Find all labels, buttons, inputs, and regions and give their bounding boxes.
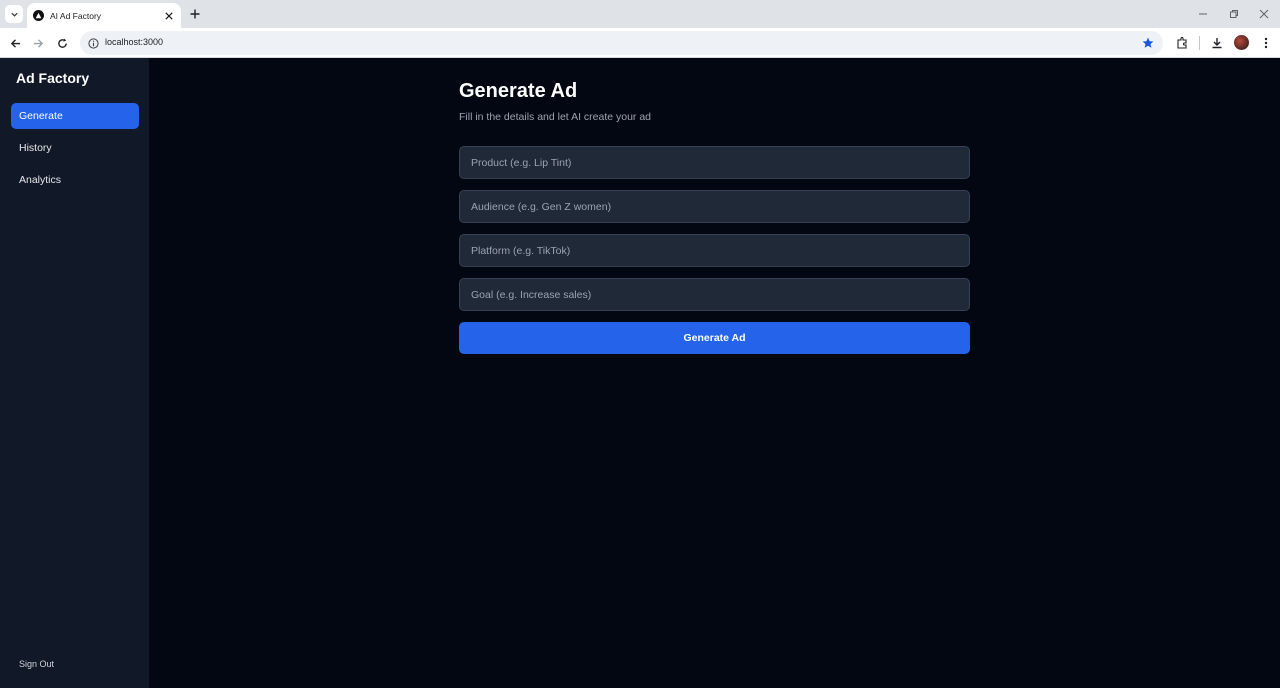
close-icon[interactable] xyxy=(163,10,175,22)
browser-tab[interactable]: AI Ad Factory xyxy=(27,3,181,28)
favicon-icon xyxy=(33,10,44,21)
main-content: Generate Ad Fill in the details and let … xyxy=(149,58,1280,688)
extensions-icon[interactable] xyxy=(1173,34,1191,52)
restore-icon[interactable] xyxy=(1226,6,1242,22)
tab-title: AI Ad Factory xyxy=(50,10,102,21)
star-icon[interactable] xyxy=(1141,36,1155,50)
minimize-icon[interactable] xyxy=(1195,6,1211,22)
tab-search-icon[interactable] xyxy=(5,5,23,23)
plus-icon[interactable] xyxy=(187,6,203,22)
generate-ad-button[interactable]: Generate Ad xyxy=(459,322,970,354)
sidebar-item-label: Generate xyxy=(19,110,63,122)
forward-arrow-icon[interactable] xyxy=(29,34,47,52)
product-input[interactable] xyxy=(459,146,970,179)
page-title: Generate Ad xyxy=(459,80,578,102)
audience-input[interactable] xyxy=(459,190,970,223)
window-close-icon[interactable] xyxy=(1256,6,1272,22)
profile-avatar[interactable] xyxy=(1234,35,1249,50)
sidebar-item-label: History xyxy=(19,142,52,154)
download-icon[interactable] xyxy=(1208,34,1226,52)
reload-icon[interactable] xyxy=(53,34,71,52)
back-arrow-icon[interactable] xyxy=(6,34,24,52)
info-icon[interactable] xyxy=(86,36,100,50)
address-bar[interactable]: localhost:3000 xyxy=(80,31,1163,55)
sidebar-item-generate[interactable]: Generate xyxy=(11,103,139,129)
sidebar-item-history[interactable]: History xyxy=(11,135,139,161)
sidebar-item-analytics[interactable]: Analytics xyxy=(11,167,139,193)
browser-tab-bar: AI Ad Factory xyxy=(0,0,1280,28)
toolbar-divider xyxy=(1199,36,1200,50)
url-text[interactable]: localhost:3000 xyxy=(105,37,163,47)
sidebar-item-label: Analytics xyxy=(19,174,62,186)
sign-out-link[interactable]: Sign Out xyxy=(19,659,54,669)
sidebar: Ad Factory Generate History Analytics Si… xyxy=(0,58,149,688)
page-subtitle: Fill in the details and let AI create yo… xyxy=(459,111,652,123)
app-brand: Ad Factory xyxy=(16,70,90,86)
kebab-menu-icon[interactable] xyxy=(1257,34,1275,52)
goal-input[interactable] xyxy=(459,278,970,311)
browser-toolbar: localhost:3000 xyxy=(0,28,1280,58)
platform-input[interactable] xyxy=(459,234,970,267)
